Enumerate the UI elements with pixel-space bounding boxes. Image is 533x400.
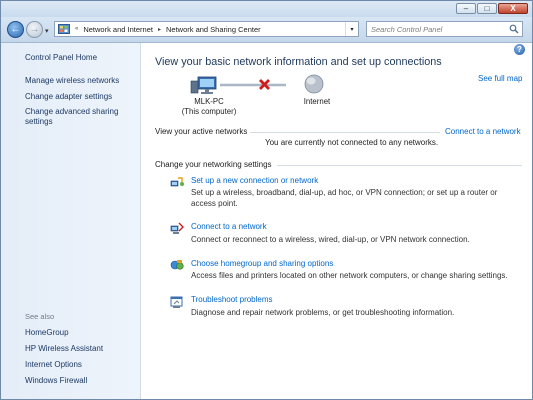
help-button[interactable]: ? <box>514 44 525 55</box>
internet-globe-icon[interactable] <box>304 74 324 94</box>
forward-button[interactable]: → <box>26 21 43 38</box>
connect-network-icon[interactable] <box>170 221 184 235</box>
troubleshoot-problems-link[interactable]: Troubleshoot problems <box>191 295 273 304</box>
see-also-homegroup-link[interactable]: HomeGroup <box>25 328 69 338</box>
control-panel-home-link[interactable]: Control Panel Home <box>25 53 97 63</box>
see-also-hp-wireless-assistant-link[interactable]: HP Wireless Assistant <box>25 344 103 354</box>
setup-new-connection-description: Set up a wireless, broadband, dial-up, a… <box>191 188 498 208</box>
recent-pages-button[interactable]: ▾ <box>45 27 49 35</box>
close-button[interactable]: X <box>498 3 528 14</box>
homegroup-sharing-options-description: Access files and printers located on oth… <box>191 271 508 280</box>
change-settings-heading: Change your networking settings <box>155 160 272 169</box>
window: – □ X ← → ▾ « Network and Internet ▸ Net… <box>0 0 533 400</box>
sidebar-item-change-advanced-sharing-settings[interactable]: Change advanced sharing settings <box>25 107 135 127</box>
page-title: View your basic network information and … <box>155 56 442 68</box>
control-panel-icon <box>58 24 70 34</box>
sidebar-item-change-adapter-settings[interactable]: Change adapter settings <box>25 92 112 102</box>
see-also-heading: See also <box>25 312 55 321</box>
connect-to-a-network-link[interactable]: Connect to a network <box>191 222 267 231</box>
title-bar[interactable]: – □ X <box>1 1 532 17</box>
homegroup-icon[interactable] <box>170 258 184 272</box>
computer-icon[interactable] <box>190 76 217 94</box>
active-networks-heading: View your active networks <box>155 127 248 136</box>
breadcrumb-network-and-internet[interactable]: Network and Internet <box>79 25 157 34</box>
search-icon[interactable] <box>509 24 519 36</box>
setup-new-connection-link[interactable]: Set up a new connection or network <box>191 176 318 185</box>
breadcrumb-network-and-sharing-center[interactable]: Network and Sharing Center <box>162 25 265 34</box>
this-computer-label: (This computer) <box>181 107 237 116</box>
sidebar: Control Panel Home Manage wireless netwo… <box>1 43 141 399</box>
search-input[interactable] <box>371 24 506 34</box>
maximize-button[interactable]: □ <box>477 3 497 14</box>
window-controls: – □ X <box>456 3 528 14</box>
active-networks-divider <box>250 132 440 133</box>
computer-name-label: MLK-PC <box>194 97 224 106</box>
sidebar-item-manage-wireless-networks[interactable]: Manage wireless networks <box>25 76 119 86</box>
change-settings-divider <box>277 165 522 166</box>
internet-label: Internet <box>303 97 331 106</box>
troubleshoot-icon[interactable] <box>170 295 184 309</box>
see-also-windows-firewall-link[interactable]: Windows Firewall <box>25 376 87 386</box>
connect-to-network-link[interactable]: Connect to a network <box>445 127 521 136</box>
see-also-internet-options-link[interactable]: Internet Options <box>25 360 82 370</box>
see-full-map-link[interactable]: See full map <box>478 74 522 83</box>
navigation-bar: ← → ▾ « Network and Internet ▸ Network a… <box>1 17 532 43</box>
address-bar[interactable]: « Network and Internet ▸ Network and Sha… <box>54 21 359 37</box>
minimize-button[interactable]: – <box>456 3 476 14</box>
setup-connection-icon[interactable] <box>170 175 184 189</box>
homegroup-sharing-options-link[interactable]: Choose homegroup and sharing options <box>191 259 333 268</box>
troubleshoot-problems-description: Diagnose and repair network problems, or… <box>191 308 455 317</box>
search-box[interactable] <box>366 21 523 37</box>
connect-to-a-network-description: Connect or reconnect to a wireless, wire… <box>191 235 470 244</box>
back-button[interactable]: ← <box>7 21 24 38</box>
network-status-text: You are currently not connected to any n… <box>265 138 439 147</box>
address-dropdown-button[interactable]: ▾ <box>345 22 358 36</box>
